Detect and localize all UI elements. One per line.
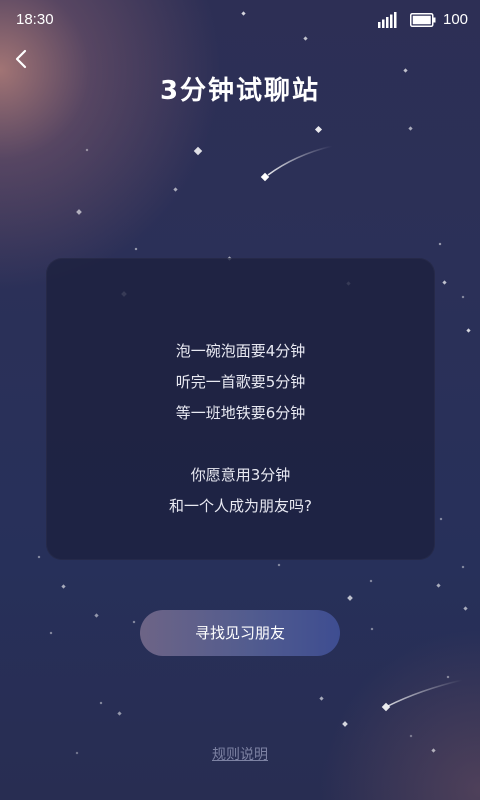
find-friend-button[interactable]: 寻找见习朋友 — [140, 610, 340, 656]
intro-message-card: 泡一碗泡面要4分钟 听完一首歌要5分钟 等一班地铁要6分钟 你愿意用3分钟 和一… — [46, 258, 435, 560]
intro-line: 等一班地铁要6分钟 — [175, 404, 306, 422]
page-title: 3分钟试聊站 — [159, 76, 321, 106]
battery-level: 100 — [443, 11, 469, 28]
question-line: 和一个人成为朋友吗? — [169, 497, 312, 515]
battery-icon — [410, 13, 436, 27]
intro-line: 听完一首歌要5分钟 — [175, 373, 306, 391]
intro-line: 泡一碗泡面要4分钟 — [175, 342, 306, 360]
signal-icon — [378, 12, 397, 28]
starry-chat-screen: 18:30 100 3分钟试聊站 泡一碗泡面要4分钟 听完一首歌要5分钟 等一班… — [0, 0, 480, 800]
intro-message-text: 泡一碗泡面要4分钟 听完一首歌要5分钟 等一班地铁要6分钟 你愿意用3分钟 和一… — [46, 336, 435, 522]
question-line: 你愿意用3分钟 — [190, 466, 291, 484]
rules-link[interactable]: 规则说明 — [0, 744, 480, 764]
status-time: 18:30 — [16, 11, 54, 28]
status-bar: 18:30 100 — [0, 0, 480, 40]
